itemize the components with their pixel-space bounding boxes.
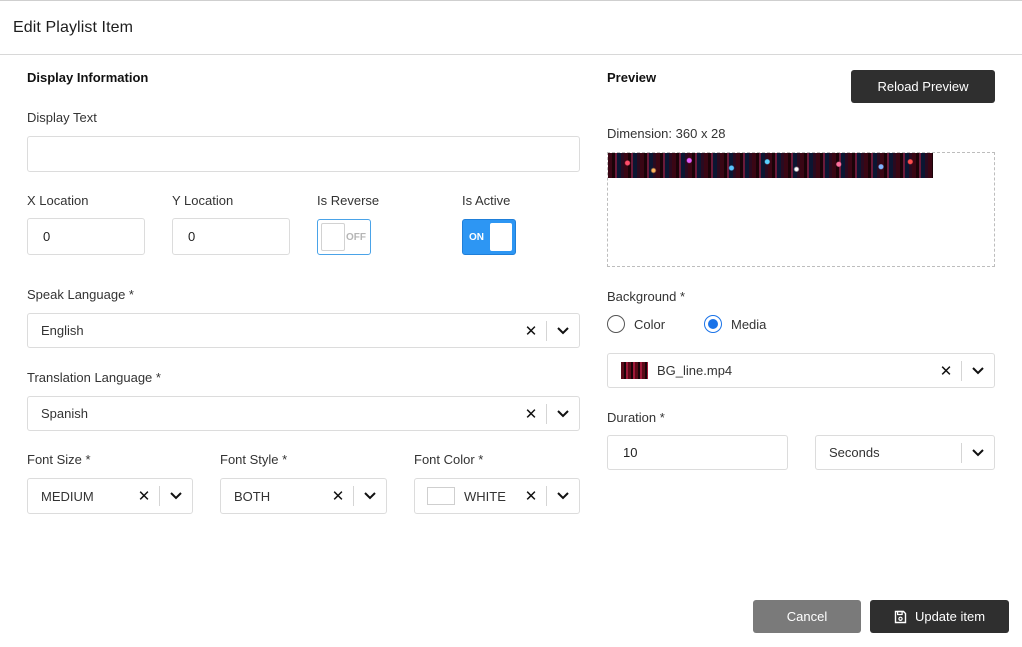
display-text-input[interactable]: [27, 136, 580, 172]
preview-title: Preview: [607, 70, 657, 85]
clear-icon[interactable]: ✕: [516, 487, 546, 505]
toggle-state-text: ON: [469, 231, 484, 243]
cancel-button[interactable]: Cancel: [753, 600, 861, 633]
modal-title: Edit Playlist Item: [13, 18, 134, 36]
x-location-input[interactable]: 0: [27, 218, 145, 255]
toggle-knob: [490, 223, 512, 251]
select-value: BOTH: [234, 488, 271, 504]
duration-unit-select[interactable]: Seconds: [815, 435, 995, 470]
speak-language-label: Speak Language *: [27, 287, 134, 302]
is-reverse-toggle[interactable]: OFF: [317, 219, 371, 255]
select-value: Seconds: [829, 445, 880, 460]
clear-icon[interactable]: ✕: [931, 362, 961, 380]
update-item-button[interactable]: Update item: [870, 600, 1009, 633]
clear-icon[interactable]: ✕: [323, 487, 353, 505]
translation-language-label: Translation Language *: [27, 370, 161, 385]
radio-color-label: Color: [634, 316, 666, 332]
save-icon: [894, 610, 907, 624]
radio-media-label: Media: [731, 316, 767, 332]
radio-media[interactable]: [704, 315, 722, 333]
chevron-down-icon[interactable]: [354, 492, 386, 500]
preview-media-strip: [608, 153, 933, 178]
chevron-down-icon[interactable]: [160, 492, 192, 500]
preview-area: [607, 152, 995, 267]
select-value: WHITE: [464, 488, 506, 504]
clear-icon[interactable]: ✕: [516, 322, 546, 340]
radio-selected-dot: [708, 319, 718, 329]
update-item-label: Update item: [914, 609, 986, 624]
background-option-media[interactable]: Media: [704, 315, 766, 333]
background-label: Background *: [607, 289, 686, 304]
speak-language-select[interactable]: English ✕: [27, 313, 580, 348]
clear-icon[interactable]: ✕: [516, 405, 546, 423]
media-thumbnail: [621, 362, 648, 379]
edit-playlist-modal: Edit Playlist Item Display Information D…: [0, 0, 1022, 647]
font-style-select[interactable]: BOTH ✕: [220, 478, 387, 514]
is-active-toggle[interactable]: ON: [462, 219, 516, 255]
media-file-select[interactable]: BG_line.mp4 ✕: [607, 353, 995, 388]
select-value: Spanish: [41, 406, 88, 421]
display-text-label: Display Text: [27, 110, 97, 125]
font-size-label: Font Size *: [27, 452, 91, 467]
duration-input[interactable]: 10: [607, 435, 788, 470]
dimension-text: Dimension: 360 x 28: [607, 126, 726, 141]
select-value: BG_line.mp4: [657, 363, 733, 378]
is-active-label: Is Active: [462, 193, 511, 208]
chevron-down-icon[interactable]: [962, 448, 994, 457]
toggle-knob: [321, 223, 345, 251]
select-value: English: [41, 323, 84, 338]
chevron-down-icon[interactable]: [547, 326, 579, 335]
select-value: MEDIUM: [41, 488, 94, 504]
chevron-down-icon[interactable]: [547, 492, 579, 500]
reload-preview-button[interactable]: Reload Preview: [851, 70, 995, 103]
x-location-label: X Location: [27, 193, 89, 208]
radio-color[interactable]: [607, 315, 625, 333]
duration-label: Duration *: [607, 410, 665, 425]
y-location-input[interactable]: 0: [172, 218, 290, 255]
chevron-down-icon[interactable]: [547, 409, 579, 418]
modal-header: Edit Playlist Item: [0, 1, 1022, 55]
background-option-color[interactable]: Color: [607, 315, 665, 333]
translation-language-select[interactable]: Spanish ✕: [27, 396, 580, 431]
is-reverse-label: Is Reverse: [317, 193, 380, 208]
font-color-select[interactable]: WHITE ✕: [414, 478, 580, 514]
clear-icon[interactable]: ✕: [129, 487, 159, 505]
toggle-state-text: OFF: [346, 231, 366, 243]
display-info-title: Display Information: [27, 70, 149, 85]
font-size-select[interactable]: MEDIUM ✕: [27, 478, 193, 514]
font-color-label: Font Color *: [414, 452, 484, 467]
y-location-label: Y Location: [172, 193, 234, 208]
color-swatch: [427, 487, 455, 505]
font-style-label: Font Style *: [220, 452, 288, 467]
chevron-down-icon[interactable]: [962, 366, 994, 375]
